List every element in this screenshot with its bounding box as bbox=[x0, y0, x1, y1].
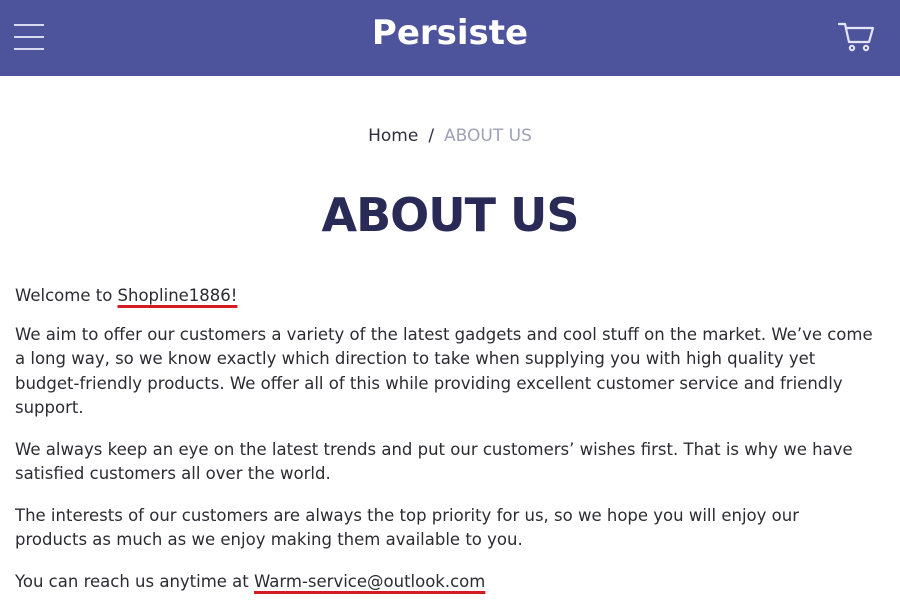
contact-line: You can reach us anytime at Warm-service… bbox=[15, 570, 875, 595]
contact-email-link[interactable]: Warm-service@outlook.com bbox=[254, 572, 485, 591]
store-logo[interactable]: Persiste bbox=[0, 13, 900, 53]
welcome-prefix: Welcome to bbox=[15, 286, 118, 305]
shopping-cart-icon[interactable] bbox=[836, 18, 876, 54]
about-paragraph-3: The interests of our customers are alway… bbox=[15, 505, 799, 550]
breadcrumb: Home / ABOUT US bbox=[0, 126, 900, 146]
about-paragraph-1: We aim to offer our customers a variety … bbox=[15, 324, 873, 418]
contact-prefix: You can reach us anytime at bbox=[15, 571, 255, 591]
welcome-line: Welcome to Shopline1886! bbox=[15, 284, 875, 309]
page-title: ABOUT US bbox=[321, 188, 580, 242]
breadcrumb-home-link[interactable]: Home bbox=[368, 126, 418, 146]
breadcrumb-current: ABOUT US bbox=[444, 126, 532, 146]
about-content: Welcome to Shopline1886! We aim to offer… bbox=[15, 284, 875, 611]
top-navigation-bar: Persiste bbox=[0, 0, 900, 76]
breadcrumb-separator: / bbox=[428, 126, 435, 146]
shopping-cart-icon-graphic bbox=[837, 22, 875, 52]
about-paragraph-2: We always keep an eye on the latest tren… bbox=[15, 439, 853, 484]
store-name-highlight: Shopline1886! bbox=[117, 286, 238, 305]
